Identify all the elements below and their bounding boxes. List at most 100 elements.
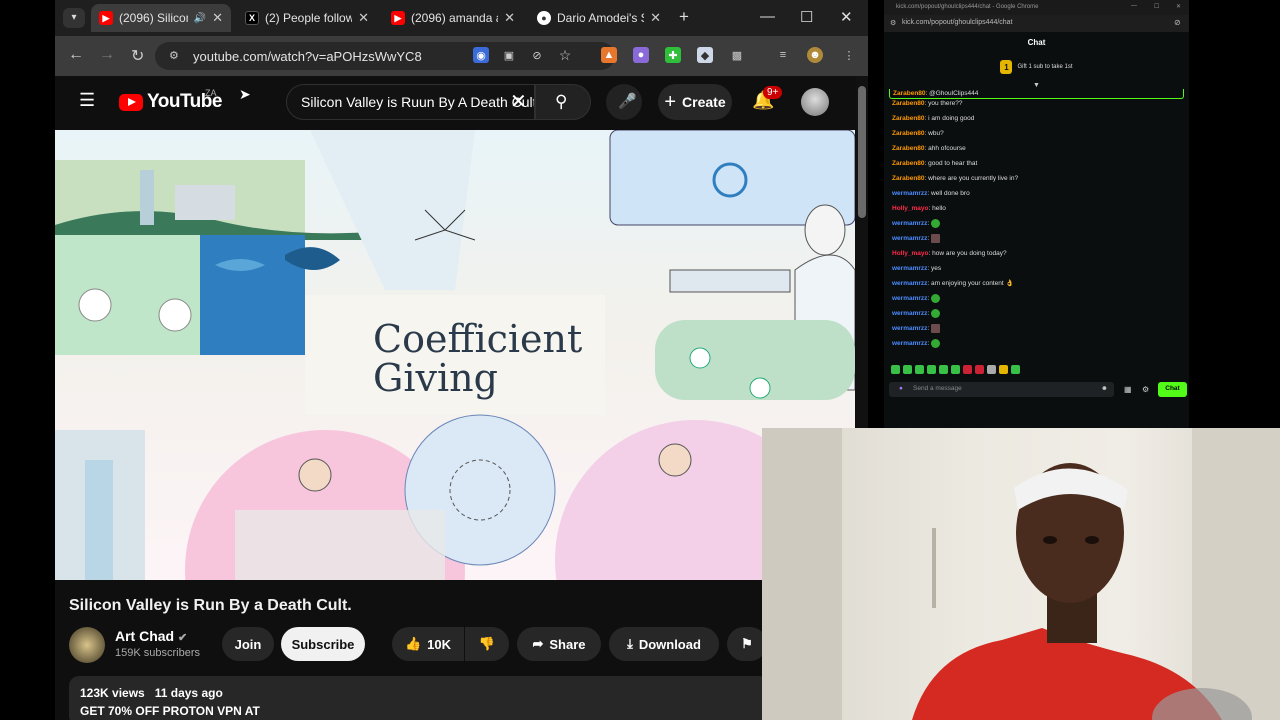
eye-off-icon[interactable]: ⊘ [529, 47, 545, 63]
video-player[interactable]: Coefficient Giving [55, 130, 855, 580]
cast-icon[interactable]: ▣ [501, 47, 517, 63]
chat-username[interactable]: wermamrzz [892, 220, 927, 227]
close-tab-icon[interactable]: ✕ [650, 10, 661, 26]
site-info-icon[interactable]: ⚙ [169, 49, 179, 62]
extension-shield-icon[interactable]: ◆ [697, 47, 713, 63]
chat-username[interactable]: Holly_mayo [892, 250, 929, 257]
address-bar[interactable]: ⚙ youtube.com/watch?v=aPOHzsWwYC8 [155, 42, 615, 70]
kick-address-bar[interactable]: ⚙ kick.com/popout/ghoulclips444/chat ⊘ [884, 15, 1189, 32]
emote-icon[interactable] [999, 365, 1008, 374]
search-button[interactable]: ⚲ [535, 84, 591, 120]
extensions-puzzle-icon[interactable]: ▩ [729, 47, 745, 63]
emote-icon[interactable] [963, 365, 972, 374]
menu-dots-icon[interactable]: ⋮ [841, 47, 857, 63]
settings-gear-icon[interactable]: ⚙ [1142, 385, 1149, 394]
tab-label: Dario Amodei's S [557, 11, 645, 25]
maximize-icon[interactable]: ☐ [1154, 3, 1159, 10]
emote-icon[interactable] [1011, 365, 1020, 374]
tab-dario-amodei[interactable]: ● Dario Amodei's S ✕ [529, 4, 669, 32]
lens-icon[interactable]: ◉ [473, 47, 489, 63]
chat-text: : yes [927, 265, 942, 272]
chat-username[interactable]: wermamrzz [892, 265, 927, 272]
emote-icon[interactable] [903, 365, 912, 374]
hamburger-menu-icon[interactable]: ☰ [79, 90, 95, 111]
new-tab-button[interactable]: + [679, 7, 689, 27]
profile-avatar-icon[interactable]: ☻ [807, 47, 823, 63]
tab-label: (2096) Silicon [119, 11, 188, 25]
emote-icon[interactable] [891, 365, 900, 374]
chat-username[interactable]: wermamrzz [892, 340, 927, 347]
chat-username[interactable]: Zaraben80 [892, 130, 925, 137]
chat-username[interactable]: Zaraben80 [892, 145, 925, 152]
share-button[interactable]: ➦ Share [517, 627, 601, 661]
tab-search-button[interactable]: ▾ [63, 8, 85, 28]
subscribe-button[interactable]: Subscribe [281, 627, 365, 661]
close-tab-icon[interactable]: ✕ [358, 10, 369, 26]
gift-icon[interactable]: ▦ [1124, 385, 1132, 394]
channel-avatar[interactable] [69, 627, 105, 663]
chat-username[interactable]: Zaraben80 [892, 160, 925, 167]
verified-check-icon: ✔ [178, 632, 188, 644]
gift-sub-banner[interactable]: 1 Gift 1 sub to take 1st [884, 58, 1189, 76]
chat-username[interactable]: wermamrzz [892, 325, 927, 332]
download-button[interactable]: ⤓ Download [609, 627, 719, 661]
voice-search-button[interactable]: 🎤 [606, 84, 642, 120]
chat-username[interactable]: wermamrzz [892, 235, 927, 242]
minimize-icon[interactable]: — [1131, 3, 1137, 9]
chat-message: wermamrzz: [889, 309, 1184, 324]
create-button[interactable]: + Create [658, 84, 732, 120]
eye-off-icon[interactable]: ⊘ [1174, 18, 1181, 27]
back-icon[interactable]: ← [68, 46, 84, 64]
reload-icon[interactable]: ↻ [131, 46, 144, 66]
minimize-icon[interactable]: — [760, 8, 775, 25]
view-count: 123K views [80, 686, 145, 700]
maximize-icon[interactable]: ☐ [800, 8, 813, 26]
emoji-icon[interactable]: ☻ [1101, 385, 1108, 392]
chat-username[interactable]: Holly_mayo [892, 205, 929, 212]
chat-username[interactable]: Zaraben80 [892, 100, 925, 107]
description-first-line: GET 70% OFF PROTON VPN AT [80, 704, 260, 718]
microphone-icon[interactable]: ● [899, 385, 903, 392]
tab-x-people-follow[interactable]: X (2) People follow ✕ [237, 4, 377, 32]
close-window-icon[interactable]: ✕ [840, 8, 853, 26]
join-button[interactable]: Join [222, 627, 274, 661]
chat-username[interactable]: wermamrzz [892, 280, 927, 287]
emote-icon[interactable] [927, 365, 936, 374]
account-avatar[interactable] [801, 88, 829, 116]
clear-search-icon[interactable]: ✕ [510, 89, 527, 114]
media-queue-icon[interactable]: ≡ [775, 47, 791, 63]
search-input[interactable]: Silicon Valley is Ruun By A Death Cult [286, 84, 535, 120]
extension-fox-icon[interactable]: ▲ [601, 47, 617, 63]
chat-message-input[interactable]: ● Send a message ☻ [889, 382, 1114, 397]
close-tab-icon[interactable]: ✕ [212, 10, 223, 26]
extension-green-icon[interactable]: ✚ [665, 47, 681, 63]
tab-youtube-silicon[interactable]: ▶ (2096) Silicon 🔊 ✕ [91, 4, 231, 32]
chat-username[interactable]: Zaraben80 [892, 115, 925, 122]
close-tab-icon[interactable]: ✕ [504, 10, 515, 26]
dislike-button[interactable]: 👎 [465, 627, 509, 661]
emote-icon[interactable] [987, 365, 996, 374]
chat-username[interactable]: wermamrzz [892, 190, 927, 197]
extension-purple-icon[interactable]: ● [633, 47, 649, 63]
speaker-icon[interactable]: 🔊 [194, 13, 206, 24]
chat-username[interactable]: wermamrzz [892, 310, 927, 317]
chat-username[interactable]: Zaraben80 [893, 90, 926, 97]
channel-name[interactable]: Art Chad ✔ [115, 628, 187, 644]
save-button[interactable]: ⚑ [727, 627, 767, 661]
forward-icon[interactable]: → [99, 46, 115, 64]
like-button[interactable]: 👍 10K [392, 627, 464, 661]
chat-text: : you there?? [924, 100, 963, 107]
emote-icon[interactable] [939, 365, 948, 374]
tab-youtube-amanda[interactable]: ▶ (2096) amanda as ✕ [383, 4, 523, 32]
chat-username[interactable]: wermamrzz [892, 295, 927, 302]
chat-send-button[interactable]: Chat [1158, 382, 1187, 397]
emote-icon[interactable] [951, 365, 960, 374]
chevron-down-icon[interactable]: ▼ [1033, 82, 1040, 89]
close-window-icon[interactable]: ✕ [1176, 3, 1181, 10]
chat-username[interactable]: Zaraben80 [892, 175, 925, 182]
emote-icon[interactable] [975, 365, 984, 374]
bookmark-star-icon[interactable]: ☆ [557, 47, 573, 63]
chat-message: wermamrzz: [889, 234, 1184, 249]
emote-icon[interactable] [915, 365, 924, 374]
scrollbar-thumb[interactable] [858, 86, 866, 218]
